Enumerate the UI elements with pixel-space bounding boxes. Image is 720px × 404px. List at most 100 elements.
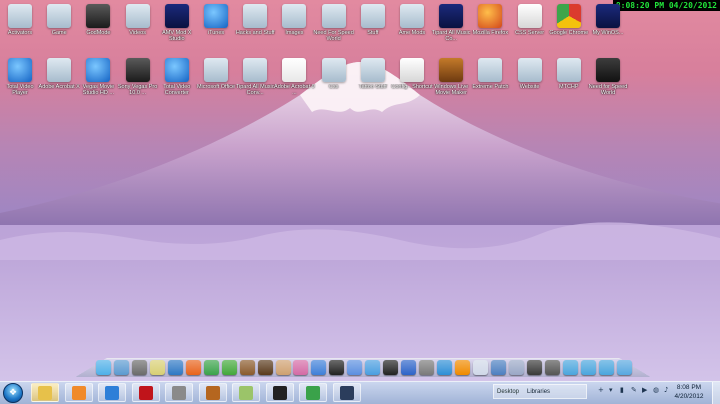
tray-icon[interactable]: + — [598, 386, 605, 394]
desktop-icon-row-2: Total Video Player Adobe Acrobat X Vegas M… — [0, 58, 720, 118]
desktop-icon[interactable]: Activators — [0, 4, 40, 36]
desktop-icon-label: Need for Speed World — [588, 84, 628, 96]
network-icon[interactable] — [508, 360, 524, 375]
desktop-icon[interactable]: Adobe Acrobat X — [38, 58, 80, 90]
desktop-icon[interactable]: Tattoo Stuff — [353, 58, 393, 90]
wing-icon[interactable] — [419, 360, 435, 375]
drive-icon[interactable] — [113, 360, 129, 375]
help-icon[interactable] — [347, 360, 363, 375]
finder-icon[interactable] — [96, 360, 111, 375]
desktop-icon[interactable]: Mozilla Firefox — [470, 4, 510, 36]
mail-icon[interactable] — [473, 360, 489, 375]
desktop-icon[interactable]: Need for Speed World — [588, 58, 628, 96]
desktop-icon[interactable]: Css — [314, 58, 354, 90]
chrome-icon[interactable] — [203, 360, 219, 375]
desktop-icon[interactable]: Config - Shortcut — [391, 58, 433, 90]
desktop-icon-label: MTCHP — [559, 84, 579, 90]
desktop-icon[interactable]: GodMode — [78, 4, 118, 36]
desktop-icon[interactable]: Need For Speed World — [313, 4, 354, 42]
taskbar-app-internet-explorer[interactable] — [98, 383, 126, 402]
leaf-icon[interactable] — [221, 360, 237, 375]
desktop-icon-label: Activators — [7, 30, 33, 36]
pen-icon[interactable] — [275, 360, 291, 375]
folder-icon — [360, 58, 385, 82]
clock-time: 8:08 PM — [676, 384, 702, 391]
tray-icon[interactable]: ▾ — [609, 386, 616, 394]
taskbar-app-media-player[interactable] — [64, 383, 93, 402]
xp-icon[interactable] — [401, 360, 417, 375]
desktop-icon[interactable]: Microsoft Office — [196, 58, 236, 90]
photo-icon[interactable] — [257, 360, 273, 375]
show-desktop-button[interactable] — [712, 382, 720, 404]
desktop-icon[interactable]: Vegas Movie Studio HD ... — [78, 58, 118, 96]
taskbar-clock[interactable]: 8:08 PM 4/20/2012 — [670, 383, 708, 401]
folder-icon — [400, 4, 424, 28]
desktop-icon[interactable]: Website — [510, 58, 550, 90]
desktop-icon[interactable]: Sony Vegas Pro 10.0 ... — [118, 58, 158, 96]
drive-icon[interactable] — [598, 360, 614, 375]
settings-icon[interactable] — [131, 360, 147, 375]
music-icon[interactable] — [293, 360, 309, 375]
desktop-icon[interactable]: Total Video Converter — [157, 58, 197, 96]
desktop-icon[interactable]: Ame Mods — [392, 4, 432, 36]
taskbar-app-nfs[interactable] — [265, 383, 294, 402]
desktop-icon-label: Adobe Acrobat X — [38, 84, 80, 90]
desktop-icon[interactable]: Extreme Patch — [470, 58, 510, 90]
gear-icon[interactable] — [544, 360, 560, 375]
desktop-icon-label: Windows Live Movie Maker — [434, 84, 469, 96]
desktop-icon[interactable]: CSS Server — [510, 4, 550, 36]
taskbar-app-explorer[interactable] — [31, 383, 59, 402]
globe-icon[interactable] — [167, 360, 183, 375]
vlc-icon[interactable] — [455, 360, 471, 375]
taskbar-app-game-launcher[interactable] — [198, 383, 227, 402]
taskbar-app-phone[interactable] — [332, 383, 361, 402]
disc-icon[interactable] — [526, 360, 542, 375]
help-icon[interactable] — [311, 360, 327, 375]
start-button[interactable]: ❖ — [3, 383, 23, 403]
nfs-icon[interactable] — [329, 360, 345, 375]
chrome-icon — [556, 4, 581, 28]
taskbar-app-chrome[interactable] — [299, 383, 327, 402]
desktop-icon-label: Google Chrome — [549, 30, 589, 36]
desktop-icon[interactable]: Tipard All Music Conv... — [235, 58, 275, 96]
desktop-icon[interactable]: Images — [274, 4, 314, 36]
address-toolbar[interactable]: Desktop Libraries — [493, 384, 587, 399]
desktop-icon[interactable]: MTCHP — [549, 58, 589, 90]
tray-icon[interactable]: ▶ — [642, 386, 649, 394]
desktop-icon[interactable]: Windows Live Movie Maker — [431, 58, 471, 96]
monitor-icon[interactable] — [490, 360, 506, 375]
photo-icon[interactable] — [239, 360, 255, 375]
desktop-icon[interactable]: AMV Mod X Studio — [157, 4, 197, 42]
desktop-icon[interactable]: Videos — [118, 4, 158, 36]
taskbar-app-counter-strike[interactable] — [165, 383, 193, 402]
tray-icon[interactable]: ◍ — [653, 386, 660, 394]
refresh-icon[interactable] — [437, 360, 453, 375]
lock-icon[interactable] — [365, 360, 381, 375]
desktop-icon-label: AMV Mod X Studio — [162, 30, 192, 42]
folder-icon — [556, 58, 581, 82]
desktop-icon[interactable]: Tipard All Music Co... — [431, 4, 471, 42]
trash-icon[interactable] — [616, 360, 632, 375]
drive-icon[interactable] — [580, 360, 596, 375]
firefox-icon[interactable] — [185, 360, 201, 375]
folder-icon — [478, 58, 503, 82]
nfs-icon — [596, 58, 620, 82]
taskbar-app-notes[interactable] — [232, 383, 260, 402]
desktop-icon[interactable]: My WinOS... — [588, 4, 628, 36]
record-icon[interactable] — [383, 360, 399, 375]
desktop-icon[interactable]: Stuff — [353, 4, 393, 36]
notes-icon[interactable] — [149, 360, 165, 375]
folder-icon — [8, 4, 32, 28]
desktop-icon[interactable]: Google Chrome — [549, 4, 589, 36]
taskbar-app-acrobat[interactable] — [131, 383, 160, 402]
desktop-icon[interactable]: iTunes — [196, 4, 236, 36]
desktop-icon-label: Total Video Player — [6, 84, 34, 96]
tray-icon[interactable]: ✎ — [631, 386, 638, 394]
tray-icon[interactable]: ▮ — [620, 386, 627, 394]
drive-icon[interactable] — [562, 360, 578, 375]
desktop-icon[interactable]: Hacks and Stuff — [235, 4, 275, 36]
desktop-icon[interactable]: Adobe Acrobat 9 ... — [274, 58, 315, 96]
desktop-icon[interactable]: Total Video Player — [0, 58, 40, 96]
itunes-icon — [204, 4, 228, 28]
desktop-icon[interactable]: Game — [39, 4, 79, 36]
